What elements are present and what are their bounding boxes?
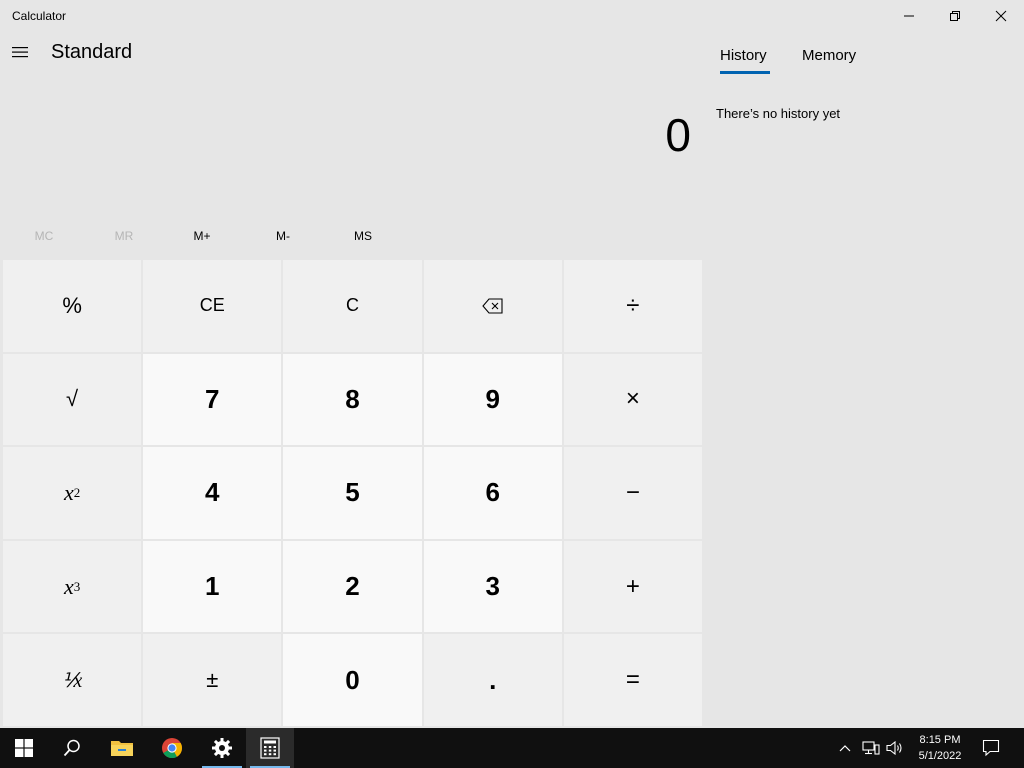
active-tab-indicator [720, 71, 770, 74]
restore-icon [950, 11, 960, 21]
cube-base-label: x [63, 573, 74, 599]
digit-0-button[interactable]: 0 [283, 634, 422, 726]
close-icon [995, 10, 1007, 22]
network-icon [862, 741, 880, 755]
square-exponent-label: 2 [73, 484, 81, 500]
window-title: Calculator [12, 9, 67, 23]
speaker-icon [886, 740, 902, 756]
cube-exponent-label: 3 [73, 578, 81, 594]
digit-5-button[interactable]: 5 [283, 447, 422, 539]
backspace-button[interactable] [423, 260, 562, 352]
calculator-icon [260, 737, 280, 759]
memory-recall-button[interactable]: MR [84, 222, 164, 250]
hamburger-icon [12, 47, 28, 58]
add-button[interactable]: + [563, 540, 702, 633]
tab-memory[interactable]: Memory [802, 47, 856, 64]
windows-logo-icon [15, 739, 33, 757]
tab-history[interactable]: History [720, 47, 767, 64]
minimize-button[interactable] [886, 0, 932, 32]
volume-button[interactable] [886, 740, 904, 756]
network-status-button[interactable] [862, 740, 880, 756]
square-base-label: x [63, 479, 74, 505]
search-icon [63, 739, 80, 757]
restore-button[interactable] [932, 0, 978, 32]
close-button[interactable] [978, 0, 1024, 32]
action-center-button[interactable] [982, 739, 1000, 757]
notification-icon [982, 739, 1000, 757]
taskbar-file-explorer[interactable] [98, 728, 146, 768]
memory-add-button[interactable]: M+ [162, 222, 242, 250]
clock-time: 8:15 PM [919, 734, 961, 746]
clock[interactable]: 8:15 PM 5/1/2022 [910, 732, 970, 764]
chrome-icon [162, 738, 183, 759]
show-hidden-icons-button[interactable] [838, 740, 852, 756]
negate-button[interactable]: ± [143, 634, 282, 726]
digit-6-button[interactable]: 6 [423, 447, 562, 539]
multiply-button[interactable]: × [563, 353, 702, 446]
digit-8-button[interactable]: 8 [283, 353, 422, 446]
memory-controls: MC MR M+ M- MS [4, 222, 404, 250]
minimize-icon [904, 15, 914, 17]
memory-store-button[interactable]: MS [323, 222, 403, 250]
keypad: % CE C ÷ √ 7 8 9 × x2 4 5 6 − x3 1 2 3 +… [3, 260, 702, 726]
start-button[interactable] [0, 728, 48, 768]
cube-button[interactable]: x3 [3, 540, 142, 633]
divide-button[interactable]: ÷ [563, 260, 702, 352]
navigation-menu-button[interactable] [4, 36, 36, 68]
decimal-button[interactable]: . [423, 634, 562, 726]
digit-7-button[interactable]: 7 [143, 353, 282, 446]
square-root-button[interactable]: √ [3, 353, 142, 446]
taskbar-chrome[interactable] [148, 728, 196, 768]
digit-3-button[interactable]: 3 [423, 540, 562, 633]
taskbar: 8:15 PM 5/1/2022 [0, 728, 1024, 768]
clear-entry-button[interactable]: CE [143, 260, 282, 352]
taskbar-calculator[interactable] [246, 728, 294, 768]
folder-icon [111, 741, 133, 756]
reciprocal-button[interactable]: ⅟x [3, 634, 142, 726]
percent-button[interactable]: % [3, 260, 142, 352]
taskbar-settings[interactable] [198, 728, 246, 768]
square-button[interactable]: x2 [3, 447, 142, 539]
digit-4-button[interactable]: 4 [143, 447, 282, 539]
memory-subtract-button[interactable]: M- [243, 222, 323, 250]
gear-icon [212, 738, 232, 758]
calculator-mode-title: Standard [51, 41, 133, 63]
clear-button[interactable]: C [283, 260, 422, 352]
title-bar: Calculator [0, 0, 1024, 32]
subtract-button[interactable]: − [563, 447, 702, 539]
memory-clear-button[interactable]: MC [4, 222, 84, 250]
clock-date: 5/1/2022 [918, 750, 962, 762]
digit-2-button[interactable]: 2 [283, 540, 422, 633]
equals-button[interactable]: = [563, 634, 702, 726]
digit-9-button[interactable]: 9 [423, 353, 562, 446]
search-button[interactable] [48, 728, 96, 768]
backspace-icon [481, 298, 503, 314]
chevron-up-icon [839, 745, 851, 752]
result-display: 0 [665, 109, 691, 161]
history-empty-message: There’s no history yet [716, 106, 841, 121]
digit-1-button[interactable]: 1 [143, 540, 282, 633]
